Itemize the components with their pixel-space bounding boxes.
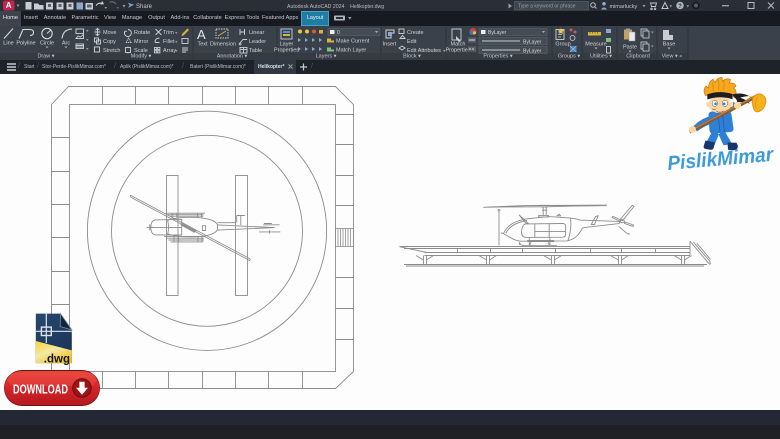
- svg-text:Type a keyword or phrase: Type a keyword or phrase: [518, 4, 576, 10]
- svg-text:Autodesk AutoCAD 2024 Helik: Autodesk AutoCAD 2024 Helikopter.dwg: [287, 4, 384, 10]
- svg-text:Trim: Trim: [163, 30, 174, 36]
- svg-text:A: A: [197, 27, 206, 42]
- svg-text:Properties: Properties: [445, 47, 470, 53]
- svg-text:Stretch: Stretch: [103, 48, 120, 54]
- svg-text:Arc: Arc: [62, 40, 71, 46]
- svg-text:Create: Create: [407, 30, 424, 36]
- svg-text:Text: Text: [197, 41, 208, 47]
- svg-text:Draw ▾: Draw ▾: [37, 53, 54, 59]
- svg-text:Modify ▾: Modify ▾: [131, 53, 152, 59]
- svg-text:Polyline: Polyline: [16, 40, 35, 46]
- svg-text:Dimension: Dimension: [210, 41, 236, 47]
- svg-text:Clipboard: Clipboard: [626, 53, 650, 59]
- svg-text:mimarlucky: mimarlucky: [610, 4, 638, 10]
- svg-text:Block ▾: Block ▾: [403, 53, 421, 59]
- svg-text:Fillet: Fillet: [163, 39, 175, 45]
- svg-text:Insert: Insert: [383, 41, 397, 47]
- svg-text:Share: Share: [136, 4, 153, 10]
- svg-text:Paste: Paste: [623, 44, 637, 50]
- svg-text:View ▾ »: View ▾ »: [662, 53, 683, 59]
- svg-text:Make Current: Make Current: [336, 38, 370, 44]
- svg-text:ByLayer: ByLayer: [488, 30, 507, 36]
- svg-text:A: A: [6, 1, 12, 10]
- svg-text:Annotation ▾: Annotation ▾: [217, 53, 248, 59]
- svg-text:Linear: Linear: [249, 30, 264, 36]
- svg-text:Edit: Edit: [407, 39, 417, 45]
- svg-text:Properties ▾: Properties ▾: [483, 53, 513, 59]
- svg-text:0: 0: [337, 30, 340, 36]
- svg-text:Rotate: Rotate: [134, 30, 150, 36]
- svg-text:ByLayer: ByLayer: [523, 39, 542, 45]
- svg-text:.dwg: .dwg: [44, 353, 70, 365]
- svg-text:Measure: Measure: [585, 41, 606, 47]
- svg-text:Line: Line: [3, 40, 13, 46]
- svg-text:Mirror: Mirror: [134, 39, 149, 45]
- svg-text:?: ?: [678, 4, 682, 10]
- svg-text:Group: Group: [555, 41, 570, 47]
- svg-text:Layers ▾: Layers ▾: [316, 53, 337, 59]
- svg-text:Circle: Circle: [40, 40, 54, 46]
- svg-text:Properties: Properties: [274, 47, 299, 53]
- svg-text:Match Layer: Match Layer: [336, 47, 366, 53]
- svg-text:Leader: Leader: [249, 39, 266, 45]
- svg-text:Base: Base: [663, 41, 676, 47]
- svg-text:PislikMimar: PislikMimar: [667, 144, 776, 175]
- svg-text:Utilities ▾: Utilities ▾: [590, 53, 612, 59]
- svg-text:Groups ▾: Groups ▾: [558, 53, 581, 59]
- svg-text:Table: Table: [249, 48, 262, 54]
- svg-text:Array: Array: [163, 48, 176, 54]
- svg-text:DOWNLOAD: DOWNLOAD: [13, 383, 68, 397]
- svg-text:Copy: Copy: [103, 39, 116, 45]
- svg-text:ByLayer: ByLayer: [523, 48, 542, 54]
- svg-text:Move: Move: [103, 30, 116, 36]
